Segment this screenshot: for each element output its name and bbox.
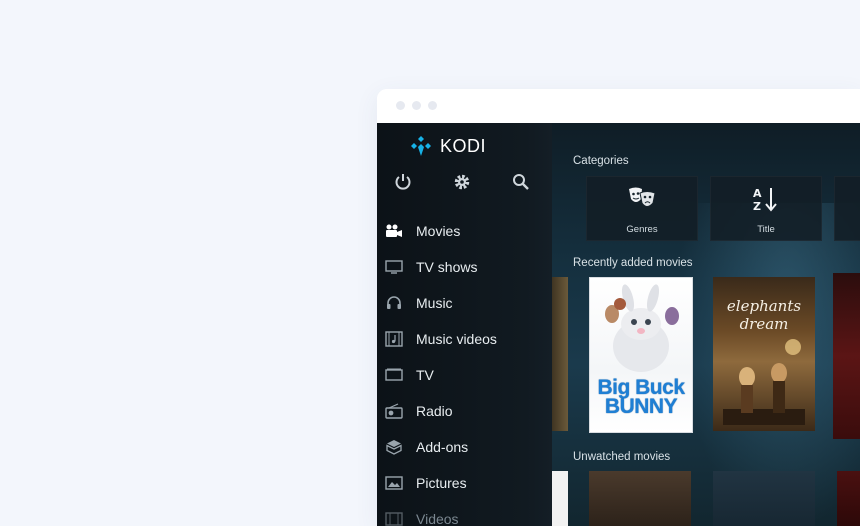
movie-poster[interactable] <box>589 471 691 526</box>
movie-camera-icon <box>385 223 403 239</box>
window-dot <box>428 101 437 110</box>
sidebar: KODI Movies TV shows Music Music videos … <box>377 123 552 526</box>
movie-poster-partial[interactable] <box>552 277 568 431</box>
browser-window: KODI Movies TV shows Music Music videos … <box>377 89 860 526</box>
main-menu: Movies TV shows Music Music videos TV Ra… <box>377 213 552 526</box>
category-label: Genres <box>626 224 658 235</box>
search-icon[interactable] <box>511 172 531 192</box>
main-content: Categories Genres A Z Title Recently add… <box>552 123 860 526</box>
sidebar-item-videos[interactable]: Videos <box>377 501 552 526</box>
sidebar-item-tv[interactable]: TV <box>377 357 552 393</box>
sidebar-item-movies[interactable]: Movies <box>377 213 552 249</box>
svg-text:A: A <box>753 187 762 200</box>
sidebar-item-label: Music <box>416 295 453 311</box>
recently-added-heading: Recently added movies <box>573 257 693 269</box>
category-tile-partial[interactable] <box>834 176 860 241</box>
sidebar-item-radio[interactable]: Radio <box>377 393 552 429</box>
categories-heading: Categories <box>573 155 629 167</box>
sidebar-item-music[interactable]: Music <box>377 285 552 321</box>
bunny-artwork <box>605 284 679 372</box>
sidebar-item-label: Videos <box>416 511 459 526</box>
poster-title: elephants dream <box>726 297 802 333</box>
movie-poster-big-buck-bunny[interactable]: Big Buck BUNNY <box>589 277 693 433</box>
kodi-logo-icon <box>411 136 431 156</box>
top-icons <box>377 172 552 192</box>
film-icon <box>385 511 403 526</box>
tv-icon <box>385 259 403 275</box>
tv-icon <box>385 367 403 383</box>
svg-text:Z: Z <box>753 200 761 212</box>
browser-title-bar <box>377 89 860 123</box>
sidebar-item-label: TV shows <box>416 259 478 275</box>
headphones-icon <box>385 295 403 311</box>
theater-masks-icon <box>587 186 697 210</box>
sort-az-icon: A Z <box>711 186 821 212</box>
movie-poster-partial[interactable] <box>833 273 860 439</box>
window-dot <box>412 101 421 110</box>
category-label: Title <box>757 224 775 235</box>
music-video-icon <box>385 331 403 347</box>
sidebar-item-add-ons[interactable]: Add-ons <box>377 429 552 465</box>
sidebar-item-label: Music videos <box>416 331 497 347</box>
sidebar-item-music-videos[interactable]: Music videos <box>377 321 552 357</box>
gear-icon[interactable] <box>452 172 472 192</box>
sidebar-item-label: Pictures <box>416 475 467 491</box>
poster-title: Big Buck BUNNY <box>597 376 685 418</box>
kodi-app: KODI Movies TV shows Music Music videos … <box>377 123 860 526</box>
box-icon <box>385 439 403 455</box>
unwatched-heading: Unwatched movies <box>573 451 671 463</box>
sidebar-item-label: Add-ons <box>416 439 469 455</box>
sidebar-item-label: Movies <box>416 223 461 239</box>
sidebar-item-pictures[interactable]: Pictures <box>377 465 552 501</box>
kodi-logo: KODI <box>410 135 486 157</box>
movie-poster-elephants-dream[interactable]: elephants dream <box>713 277 815 431</box>
movie-poster-partial[interactable] <box>552 471 568 526</box>
category-genres[interactable]: Genres <box>586 176 698 241</box>
radio-icon <box>385 403 403 419</box>
movie-poster[interactable] <box>713 471 815 526</box>
power-icon[interactable] <box>393 172 413 192</box>
sidebar-item-label: TV <box>416 367 434 383</box>
sidebar-item-tv-shows[interactable]: TV shows <box>377 249 552 285</box>
movie-poster-partial[interactable] <box>837 471 860 526</box>
window-dot <box>396 101 405 110</box>
app-name: KODI <box>440 135 487 156</box>
category-title[interactable]: A Z Title <box>710 176 822 241</box>
sidebar-item-label: Radio <box>416 403 453 419</box>
elephants-dream-artwork <box>723 339 805 425</box>
picture-icon <box>385 475 403 491</box>
